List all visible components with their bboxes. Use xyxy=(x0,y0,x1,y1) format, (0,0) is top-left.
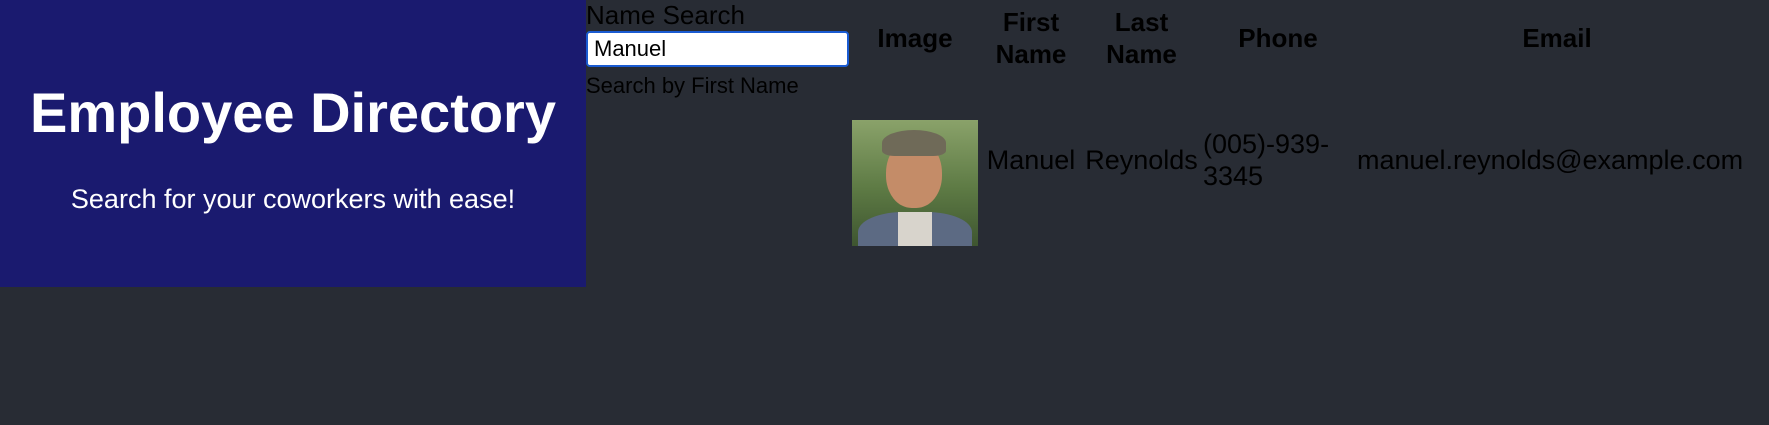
header-row: Image First Name Last Name Phone Email xyxy=(852,6,1757,70)
table-row: Manuel Reynolds (005)-939-3345 manuel.re… xyxy=(852,74,1757,246)
page-subtitle: Search for your coworkers with ease! xyxy=(70,184,516,214)
header-email[interactable]: Email xyxy=(1357,6,1757,70)
employee-first-name: Manuel xyxy=(986,145,1076,175)
page-title: Employee Directory xyxy=(30,81,556,144)
photo-hair xyxy=(882,130,946,156)
employee-last-name: Reynolds xyxy=(1085,145,1198,175)
page-header: Employee Directory Search for your cowor… xyxy=(0,0,586,287)
search-hint: Search by First Name xyxy=(586,73,799,98)
employee-phone: (005)-939-3345 xyxy=(1203,129,1330,191)
employee-photo xyxy=(852,120,978,246)
search-label: Name Search xyxy=(586,0,745,30)
employee-image-cell xyxy=(852,74,978,246)
search-input[interactable] xyxy=(586,31,849,67)
table-header: Image First Name Last Name Phone Email xyxy=(852,6,1757,70)
header-image[interactable]: Image xyxy=(852,6,978,70)
employee-table: Image First Name Last Name Phone Email M… xyxy=(848,2,1761,250)
header-last-name[interactable]: Last Name xyxy=(1084,6,1199,70)
header-first-name[interactable]: First Name xyxy=(982,6,1080,70)
photo-tee xyxy=(898,212,932,246)
header-phone[interactable]: Phone xyxy=(1203,6,1353,70)
name-search-form: Name Search Search by First Name xyxy=(586,0,851,99)
table-body: Manuel Reynolds (005)-939-3345 manuel.re… xyxy=(852,74,1757,246)
employee-email: manuel.reynolds@example.com xyxy=(1357,145,1744,175)
